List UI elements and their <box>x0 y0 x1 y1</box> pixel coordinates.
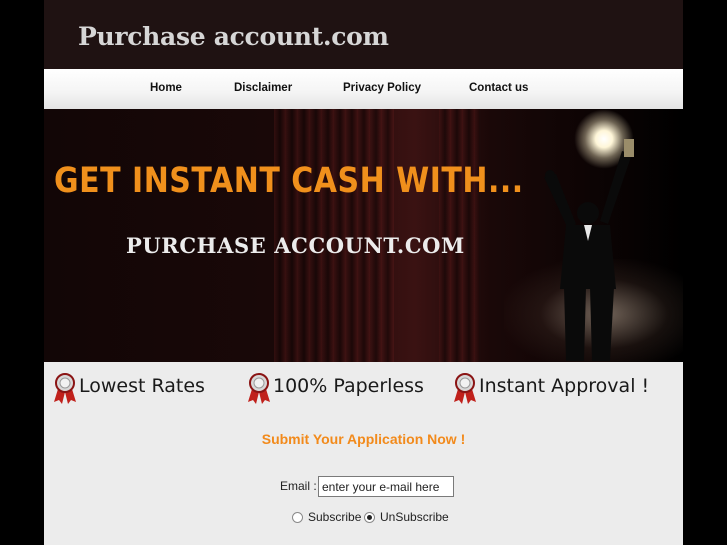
subscribe-radio[interactable] <box>292 512 303 523</box>
award-ribbon-icon <box>454 373 476 404</box>
form-title: Submit Your Application Now ! <box>261 431 466 447</box>
nav-item-contact-us[interactable]: Contact us <box>469 82 528 94</box>
award-ribbon-icon <box>248 373 270 404</box>
banner-headline: GET INSTANT CASH WITH... <box>54 161 524 202</box>
feature-label: 100% Paperless <box>273 375 424 397</box>
email-label: Email : <box>280 479 317 493</box>
site-header: Purchase account.com <box>44 0 683 69</box>
performer-silhouette-image <box>544 139 634 361</box>
nav-item-privacy-policy[interactable]: Privacy Policy <box>343 82 421 94</box>
features-strip: Lowest Rates 100% Paperless Instant Appr… <box>44 362 683 412</box>
banner-subline: PURCHASE ACCOUNT.COM <box>126 233 465 258</box>
hero-banner: GET INSTANT CASH WITH... PURCHASE ACCOUN… <box>44 109 683 362</box>
site-logo[interactable]: Purchase account.com <box>78 22 389 51</box>
award-ribbon-icon <box>54 373 76 404</box>
email-input[interactable] <box>318 476 454 497</box>
feature-label: Instant Approval ! <box>479 375 650 397</box>
feature-label: Lowest Rates <box>79 375 205 397</box>
subscribe-label: Subscribe <box>308 510 362 524</box>
application-form: Submit Your Application Now ! Email : Su… <box>44 412 683 545</box>
nav-item-disclaimer[interactable]: Disclaimer <box>234 82 292 94</box>
main-nav: Home Disclaimer Privacy Policy Contact u… <box>44 69 683 109</box>
unsubscribe-radio[interactable] <box>364 512 375 523</box>
nav-item-home[interactable]: Home <box>150 82 182 94</box>
unsubscribe-label: UnSubscribe <box>380 510 449 524</box>
page-container: Purchase account.com Home Disclaimer Pri… <box>44 0 683 545</box>
